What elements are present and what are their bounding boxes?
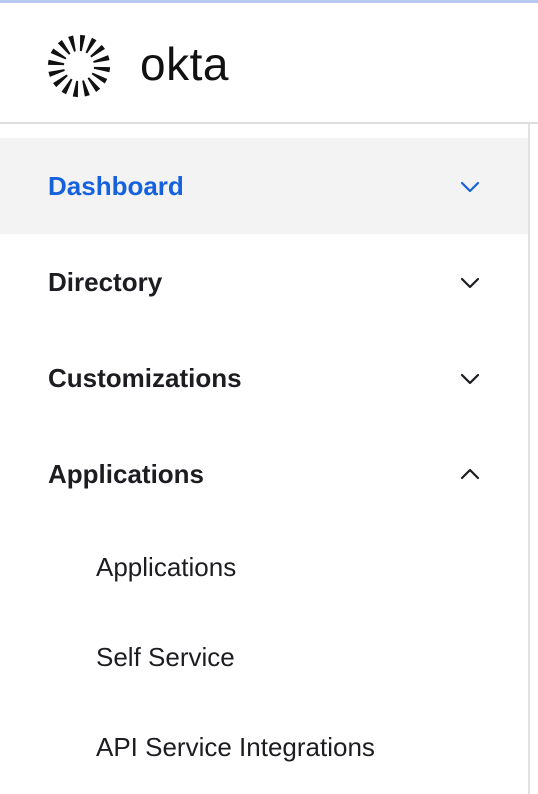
sidebar-item-customizations[interactable]: Customizations	[0, 330, 528, 426]
sidebar-subitem-applications[interactable]: Applications	[0, 522, 528, 612]
sidebar-nav: Dashboard Directory Customizations Appli…	[0, 124, 528, 794]
okta-logo[interactable]: okta	[46, 33, 229, 99]
sidebar-subitem-label: Self Service	[96, 641, 235, 672]
sidebar-subitem-label: API Service Integrations	[96, 731, 375, 762]
sidebar-item-label: Dashboard	[48, 170, 184, 201]
sidebar-subitem-self-service[interactable]: Self Service	[0, 612, 528, 702]
sidebar-item-applications[interactable]: Applications	[0, 426, 528, 522]
sidebar-subitem-label: Applications	[96, 551, 237, 582]
sidebar-subitem-api-service-integrations[interactable]: API Service Integrations	[0, 702, 528, 792]
okta-sunburst-icon	[47, 34, 111, 98]
chevron-down-icon	[460, 181, 480, 193]
brand-name: okta	[140, 38, 229, 90]
sidebar-item-label: Directory	[48, 266, 163, 297]
chevron-down-icon	[460, 277, 480, 289]
chevron-down-icon	[460, 373, 480, 385]
sidebar-item-dashboard[interactable]: Dashboard	[0, 138, 528, 234]
header: okta	[0, 3, 538, 124]
sidebar-item-directory[interactable]: Directory	[0, 234, 528, 330]
chevron-up-icon	[460, 468, 480, 480]
sidebar-item-label: Applications	[48, 458, 205, 489]
sidebar-item-label: Customizations	[48, 362, 242, 393]
sidebar-divider	[528, 124, 530, 794]
